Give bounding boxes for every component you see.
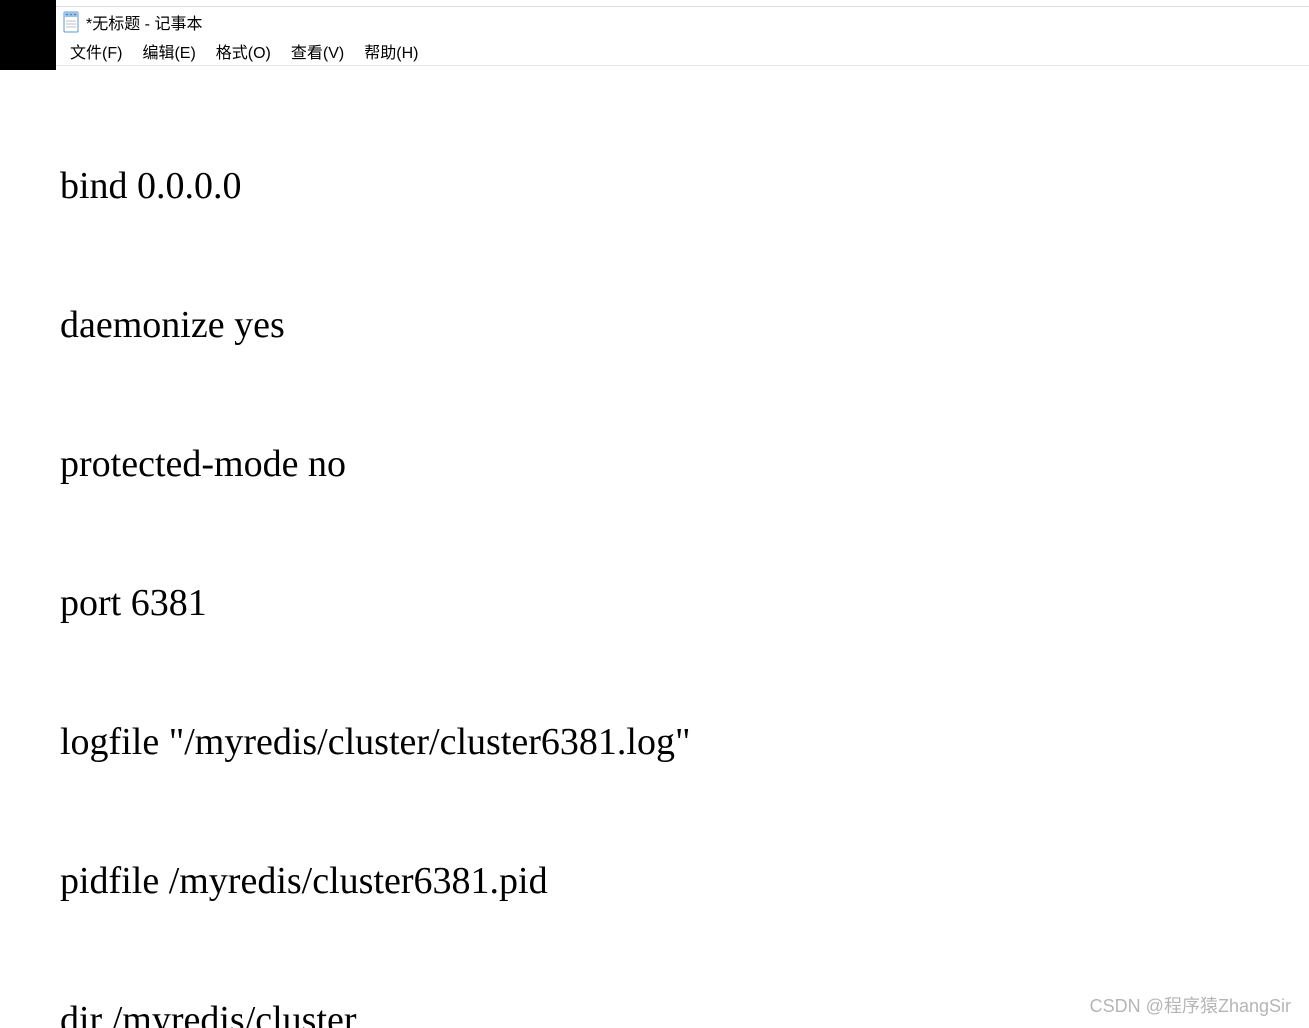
editor-line: port 6381 <box>60 580 1305 626</box>
window-title: *无标题 - 记事本 <box>86 10 202 34</box>
menu-bar: 文件(F) 编辑(E) 格式(O) 查看(V) 帮助(H) <box>56 36 1309 66</box>
title-bar: *无标题 - 记事本 <box>56 6 1309 36</box>
editor-line: logfile "/myredis/cluster/cluster6381.lo… <box>60 719 1305 765</box>
notepad-icon <box>62 11 80 33</box>
menu-format[interactable]: 格式(O) <box>206 35 281 67</box>
menu-edit[interactable]: 编辑(E) <box>132 35 205 67</box>
editor-line: pidfile /myredis/cluster6381.pid <box>60 858 1305 904</box>
text-editor[interactable]: bind 0.0.0.0 daemonize yes protected-mod… <box>56 68 1309 1028</box>
watermark: CSDN @程序猿ZhangSir <box>1090 992 1291 1018</box>
menu-file[interactable]: 文件(F) <box>60 35 132 67</box>
menu-view[interactable]: 查看(V) <box>281 35 354 67</box>
editor-line: daemonize yes <box>60 302 1305 348</box>
left-border-bar <box>0 0 56 70</box>
menu-help[interactable]: 帮助(H) <box>354 35 428 67</box>
editor-line: protected-mode no <box>60 441 1305 487</box>
editor-line: bind 0.0.0.0 <box>60 163 1305 209</box>
